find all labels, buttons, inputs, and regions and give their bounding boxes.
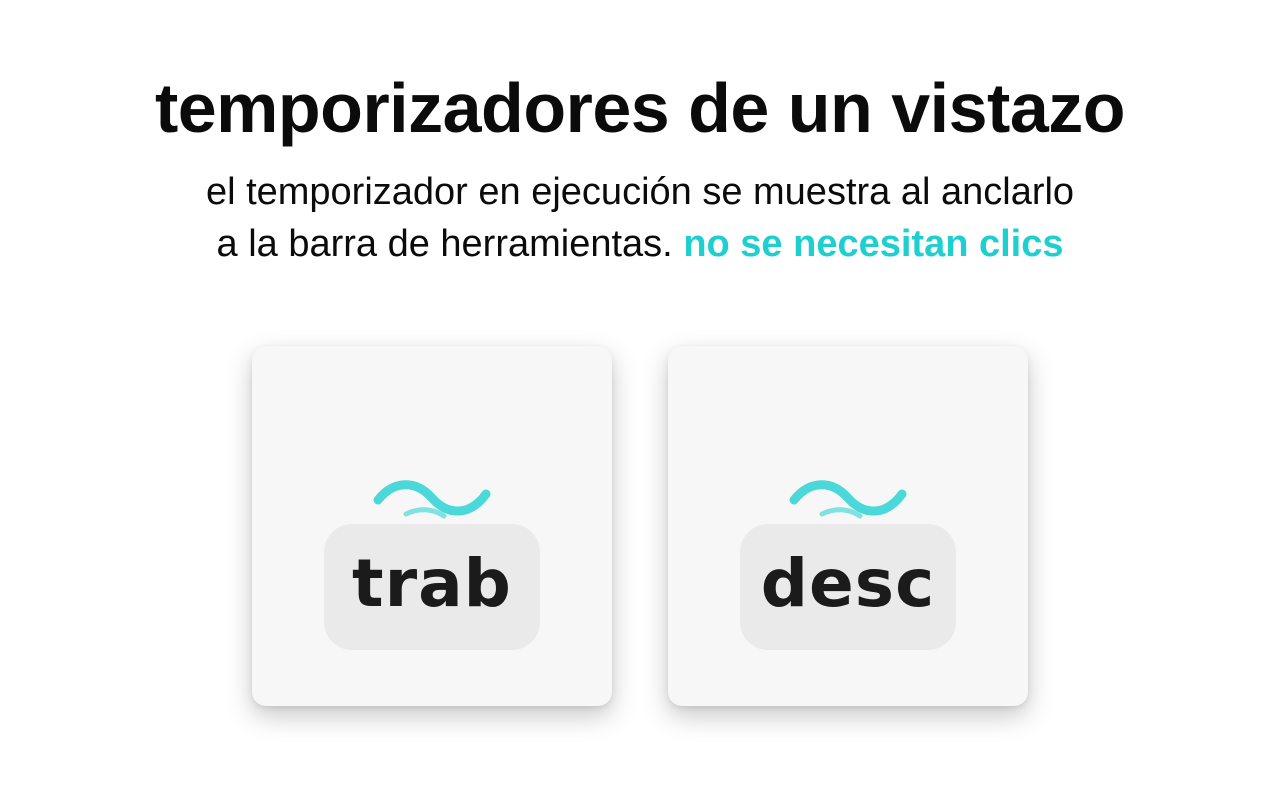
subtitle-line-2: a la barra de herramientas. no se necesi… <box>0 220 1280 268</box>
wave-icon <box>789 480 907 519</box>
badge-text: trab <box>352 545 512 622</box>
toolbar-badge-preview-break: desc <box>668 346 1028 706</box>
subtitle-text: a la barra de herramientas. <box>216 223 673 265</box>
toolbar-badge-preview-work: trab <box>252 346 612 706</box>
wave-icon <box>373 480 491 519</box>
subtitle-highlight: no se necesitan clics <box>683 223 1064 265</box>
subtitle-line-1: el temporizador en ejecución se muestra … <box>205 171 1075 213</box>
page-title: temporizadores de un vistazo <box>154 69 1126 147</box>
timer-badge-label: trab <box>324 524 540 650</box>
timer-badge-label: desc <box>740 524 956 650</box>
badge-text: desc <box>760 545 936 622</box>
